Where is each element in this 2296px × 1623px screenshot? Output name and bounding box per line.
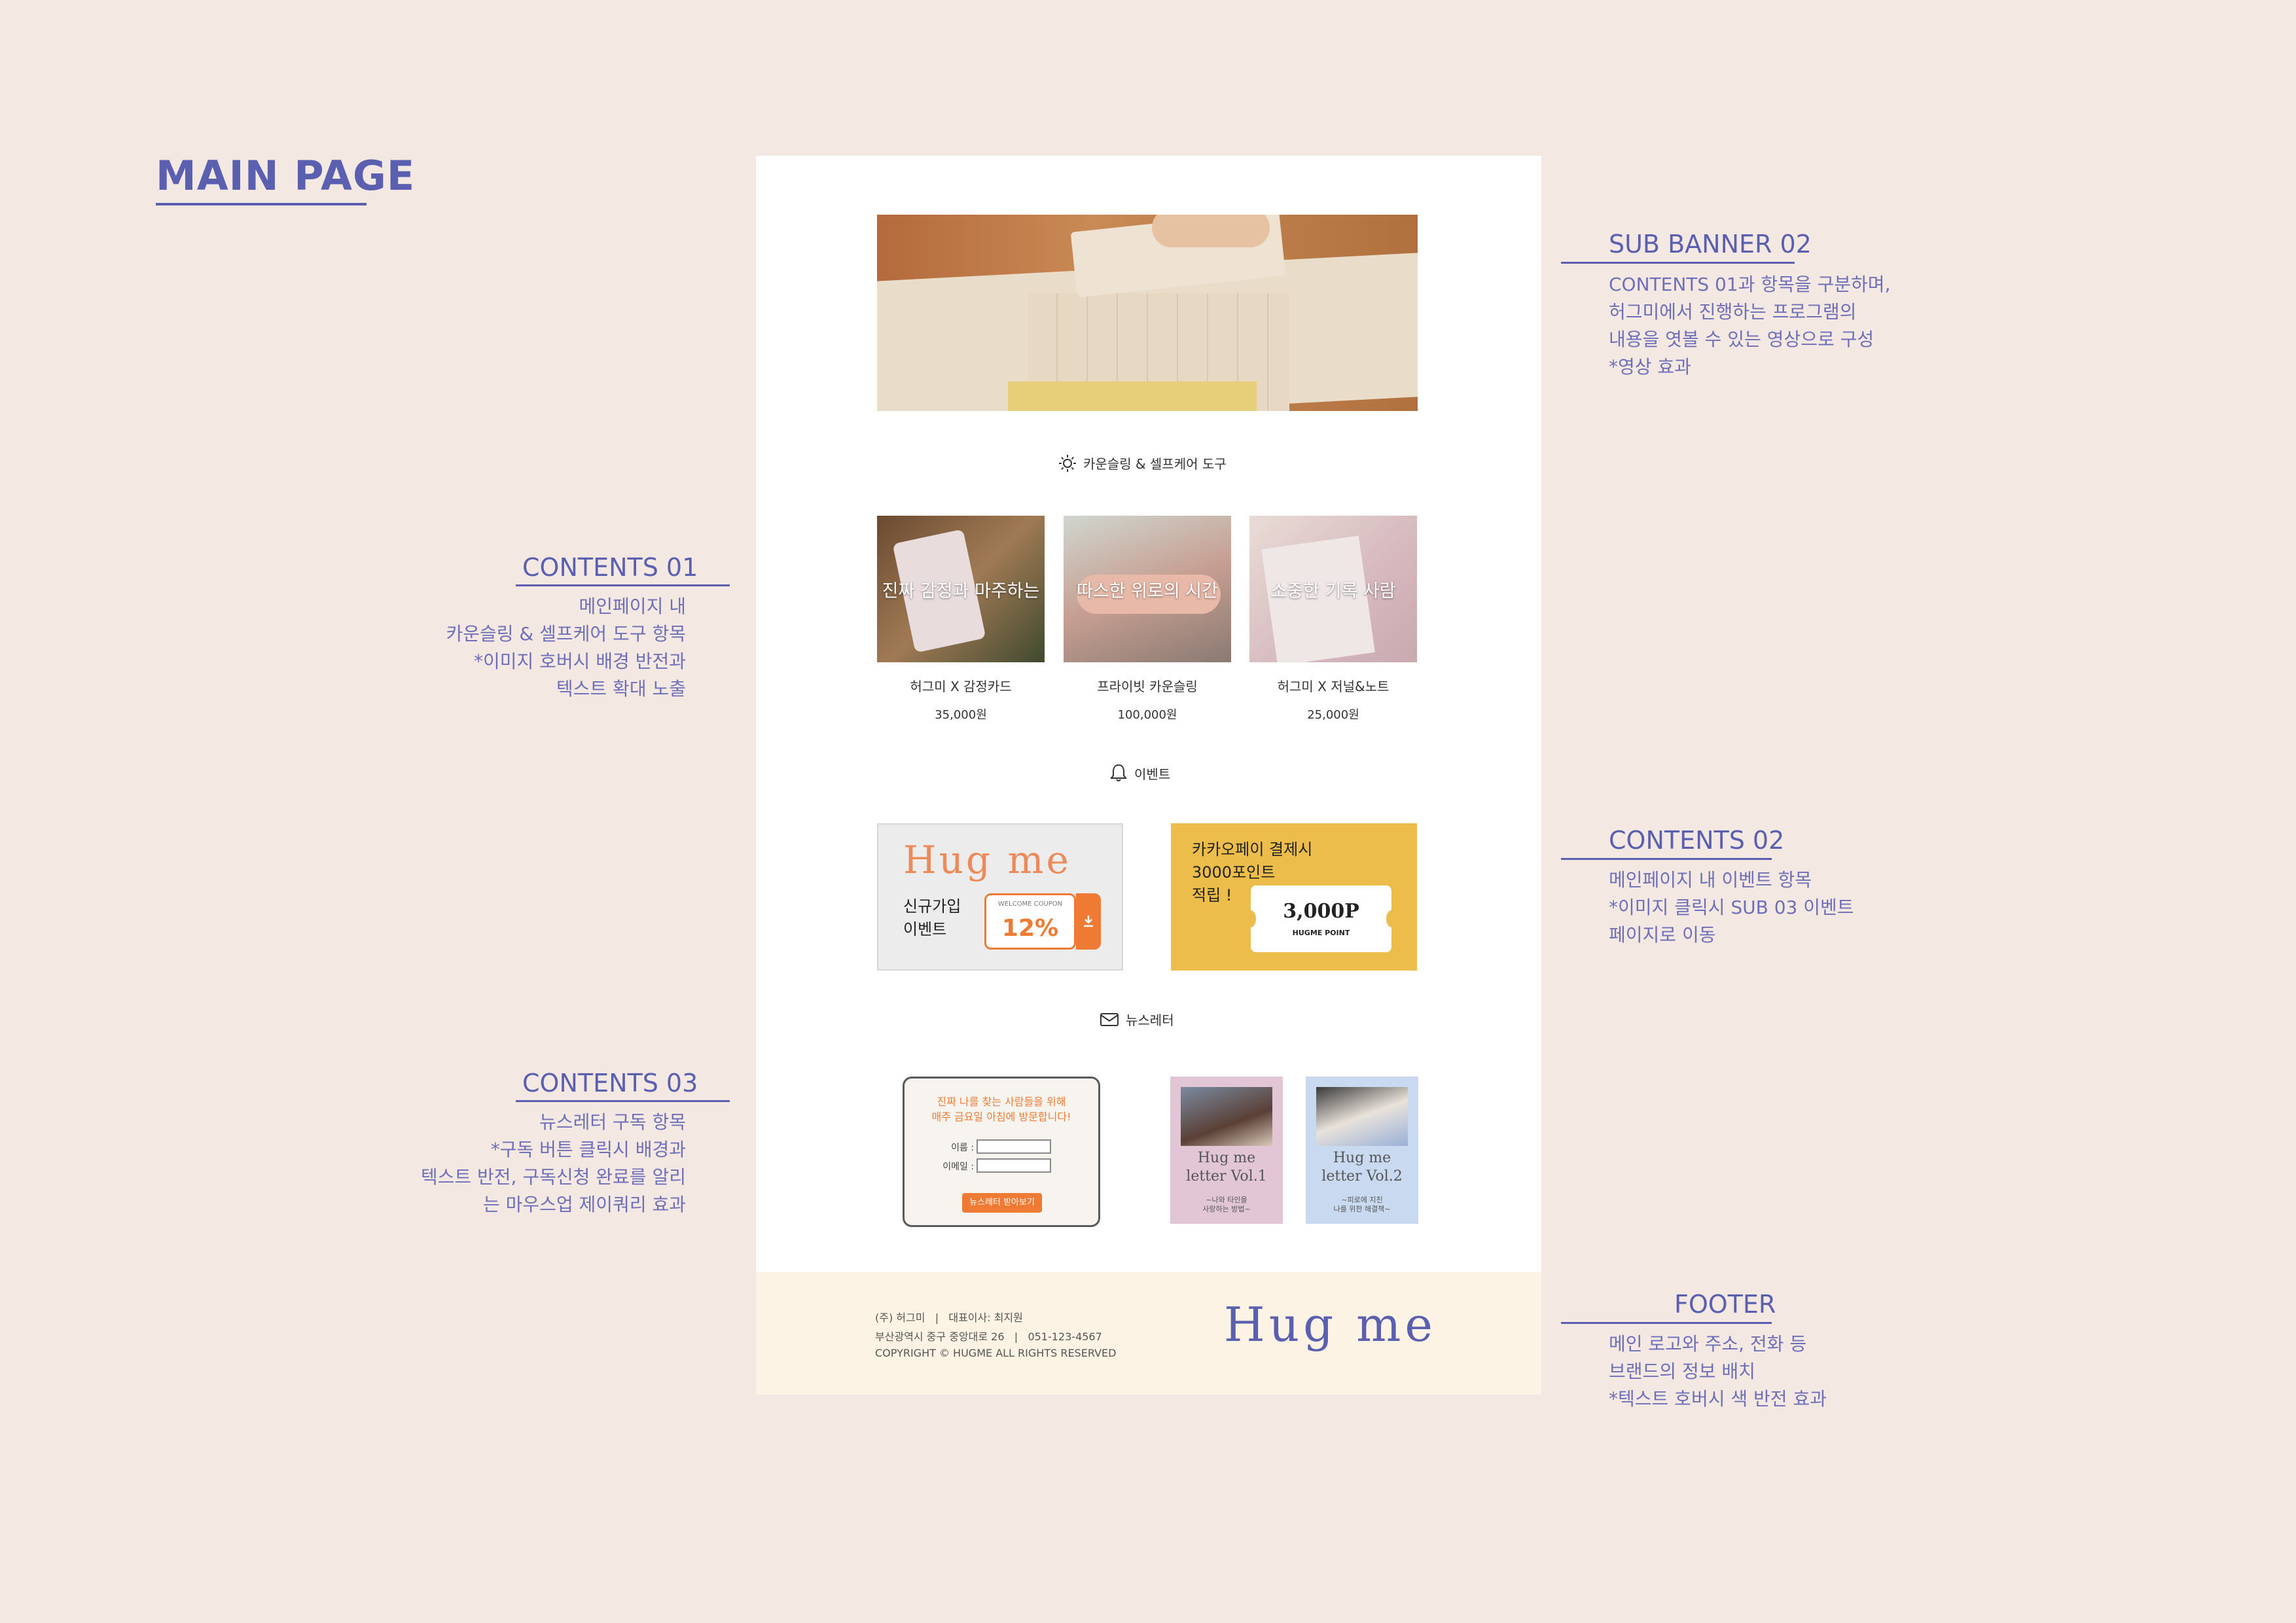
annotation-contents02-text: 메인페이지 내 이벤트 항목 *이미지 클릭시 SUB 03 이벤트 페이지로 … [1609, 869, 1854, 946]
annotation-line [516, 584, 730, 586]
email-label: 이메일 : [942, 1162, 974, 1172]
event1-line1: 신규가입 [903, 897, 961, 916]
mail-icon [1100, 1012, 1119, 1026]
point-ticket: 3,000P HUGME POINT [1246, 885, 1397, 952]
product-price: 100,000원 [1117, 708, 1177, 722]
letter-card-vol1[interactable]: Hug me letter Vol.1 ~나와 타인을 사랑하는 방법~ [1170, 1077, 1283, 1224]
product-price: 25,000원 [1307, 708, 1359, 722]
download-icon [1084, 916, 1093, 927]
newsletter-subscribe-form: 진짜 나를 찾는 사람들을 위해 매주 금요일 아침에 방문합니다! 이름 : … [903, 1077, 1100, 1227]
letter-title-1: Hug me [1197, 1150, 1256, 1166]
annotation-line [1561, 858, 1772, 860]
coupon-label: WELCOME COUPON [997, 901, 1063, 908]
subscribe-button[interactable]: 뉴스레터 받아보기 [962, 1193, 1042, 1213]
sun-icon [1059, 454, 1076, 472]
letter-title-2: letter Vol.2 [1321, 1168, 1403, 1185]
sub-banner-video[interactable] [877, 215, 1418, 411]
event2-line2: 3000포인트 [1192, 863, 1276, 882]
website-mockup: 카운슬링 & 셀프케어 도구 진짜 감정과 마주하는 허그미 X 감정카드 35… [756, 156, 1541, 1395]
product-card-private-counseling[interactable]: 따스한 위로의 시간 [1064, 516, 1231, 662]
event-banner-signup[interactable]: Hug me 신규가입 이벤트 WELCOME COUPON 12% [877, 823, 1123, 971]
letter-sub-2: 사랑하는 방법~ [1202, 1205, 1251, 1213]
footer-hugme-logo[interactable]: Hug me [1224, 1297, 1437, 1352]
coupon: WELCOME COUPON 12% [984, 893, 1076, 950]
annotation-sub-banner-title: SUB BANNER 02 [1609, 230, 1812, 259]
product-card-journal-note[interactable]: 소중한 기록 사람 [1249, 516, 1417, 662]
tools-heading-text: 카운슬링 & 셀프케어 도구 [1083, 456, 1227, 472]
footer-copyright: COPYRIGHT © HUGME ALL RIGHTS RESERVED [875, 1347, 1117, 1359]
product-overlay-text: 진짜 감정과 마주하는 [882, 580, 1040, 601]
event-section-heading: 이벤트 [1109, 763, 1170, 783]
name-label: 이름 : [951, 1143, 974, 1153]
bell-icon [1110, 764, 1127, 781]
event2-line1: 카카오페이 결제시 [1192, 840, 1313, 859]
annotation-footer-text: 메인 로고와 주소, 전화 등 브랜드의 정보 배치 *텍스트 호버시 색 반전… [1609, 1333, 1827, 1410]
name-input[interactable] [977, 1139, 1051, 1154]
event1-line2: 이벤트 [903, 920, 947, 938]
ticket-label: HUGME POINT [1292, 929, 1350, 937]
annotation-line [516, 1100, 730, 1102]
footer-company-info[interactable]: (주) 허그미 | 대표이사: 최지원 [875, 1309, 1023, 1325]
product-name: 프라이빗 카운슬링 [1097, 679, 1198, 694]
letter-photo [1316, 1087, 1408, 1146]
letter-photo [1181, 1087, 1272, 1146]
annotation-contents01-title: CONTENTS 01 [522, 553, 698, 582]
annotation-contents03-text: 뉴스레터 구독 항목 *구독 버튼 클릭시 배경과 텍스트 반전, 구독신청 완… [420, 1111, 686, 1215]
hugme-logo: Hug me [903, 838, 1071, 882]
yellow-note [1008, 382, 1257, 411]
footer-address[interactable]: 부산광역시 중구 중앙대로 26 | 051-123-4567 [875, 1328, 1102, 1344]
tools-section-heading: 카운슬링 & 셀프케어 도구 [1058, 454, 1227, 473]
product-card-emotion-card[interactable]: 진짜 감정과 마주하는 [877, 516, 1045, 662]
annotation-contents01-text: 메인페이지 내 카운슬링 & 셀프케어 도구 항목 *이미지 호버시 배경 반전… [446, 596, 686, 700]
product-overlay-text: 소중한 기록 사람 [1270, 580, 1396, 601]
product-price: 35,000원 [935, 708, 987, 722]
event2-line3: 적립 ! [1192, 886, 1232, 904]
letter-title-1: Hug me [1333, 1150, 1391, 1166]
ticket-value: 3,000P [1283, 900, 1359, 923]
annotation-contents02-title: CONTENTS 02 [1609, 826, 1785, 855]
product-name: 허그미 X 감정카드 [910, 679, 1012, 694]
annotation-footer-title: FOOTER [1674, 1290, 1776, 1319]
annotation-sub-banner-text: CONTENTS 01과 항목을 구분하며, 허그미에서 진행하는 프로그램의 … [1609, 274, 1891, 378]
newsletter-line2: 매주 금요일 아침에 방문합니다! [931, 1111, 1071, 1123]
coupon-download-button[interactable] [1076, 893, 1101, 950]
coupon-value: 12% [1001, 915, 1059, 942]
product-name: 허그미 X 저널&노트 [1277, 679, 1390, 694]
site-footer: (주) 허그미 | 대표이사: 최지원 부산광역시 중구 중앙대로 26 | 0… [756, 1272, 1541, 1395]
newsletter-section-heading: 뉴스레터 [1100, 1010, 1174, 1029]
main-page-title: MAIN PAGE [156, 152, 416, 200]
event-heading-text: 이벤트 [1134, 766, 1171, 782]
annotation-line [1561, 262, 1795, 264]
letter-card-vol2[interactable]: Hug me letter Vol.2 ~피로에 지친 나를 위한 해결책~ [1306, 1077, 1418, 1224]
hand [1152, 215, 1270, 247]
title-underline [156, 203, 367, 205]
letter-title-2: letter Vol.1 [1186, 1168, 1267, 1185]
product-overlay-text: 따스한 위로의 시간 [1077, 580, 1218, 601]
letter-sub-2: 나를 위한 해결책~ [1333, 1205, 1391, 1213]
annotation-contents03-title: CONTENTS 03 [522, 1069, 698, 1097]
newsletter-line1: 진짜 나를 찾는 사람들을 위해 [937, 1096, 1066, 1108]
email-input[interactable] [977, 1158, 1051, 1173]
newsletter-heading-text: 뉴스레터 [1126, 1012, 1174, 1028]
annotation-line [1561, 1322, 1772, 1324]
event-banner-kakaopay[interactable]: 카카오페이 결제시 3000포인트 적립 ! 3,000P HUGME POIN… [1171, 823, 1417, 971]
